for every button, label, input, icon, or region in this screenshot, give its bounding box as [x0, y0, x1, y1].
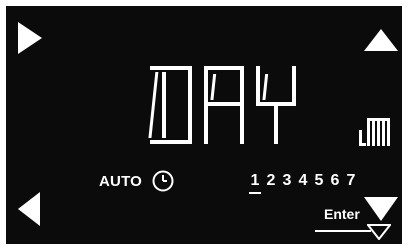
- day-selector: 1 2 3 4 5 6 7: [249, 172, 356, 194]
- auto-label: AUTO: [99, 173, 143, 190]
- triangle-up-icon: [364, 29, 398, 51]
- day-7[interactable]: 7: [346, 172, 356, 190]
- day-4[interactable]: 4: [298, 172, 308, 190]
- clock-icon: [152, 170, 174, 192]
- enter-label[interactable]: Enter: [324, 206, 360, 222]
- down-arrow-button[interactable]: [363, 196, 399, 222]
- lcd-screen: DAY: [6, 6, 402, 244]
- triangle-right-icon: [18, 22, 42, 54]
- up-arrow-button[interactable]: [363, 28, 399, 52]
- day-1[interactable]: 1: [249, 172, 261, 194]
- segment-digits: [148, 66, 296, 144]
- day-5[interactable]: 5: [314, 172, 324, 190]
- triangle-down-icon: [364, 197, 398, 221]
- triangle-left-icon: [18, 192, 40, 226]
- day-2[interactable]: 2: [266, 172, 276, 190]
- day-6[interactable]: 6: [330, 172, 340, 190]
- enter-underline: [315, 230, 371, 232]
- mode-display: DAY: [148, 66, 318, 148]
- day-3[interactable]: 3: [282, 172, 292, 190]
- right-arrow-button[interactable]: [16, 21, 44, 55]
- enter-down-icon: [367, 224, 391, 240]
- radiator-icon: [359, 114, 395, 148]
- left-arrow-button[interactable]: [16, 191, 42, 227]
